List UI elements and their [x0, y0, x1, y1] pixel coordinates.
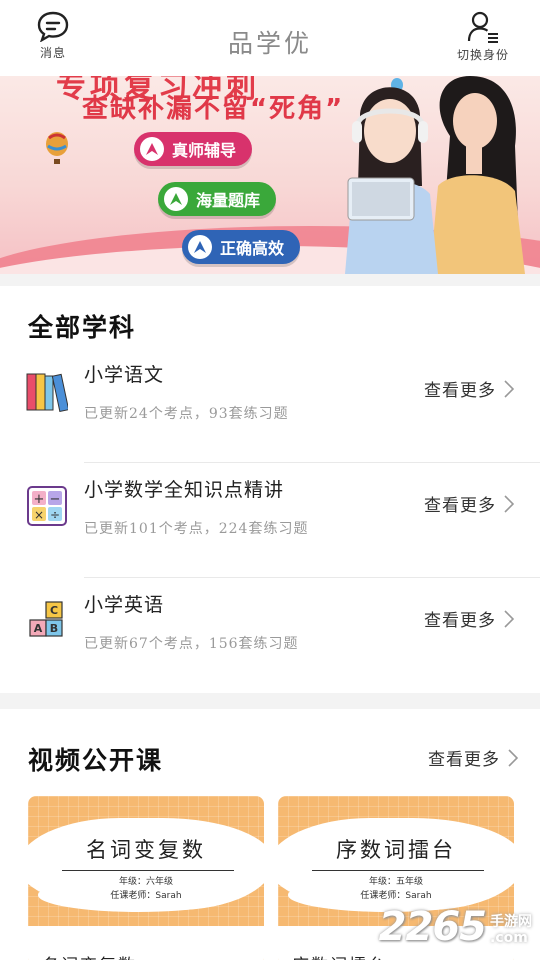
math-icon: + − × ÷	[27, 486, 67, 526]
promo-banner[interactable]: 专项复习冲刺 查缺补漏不留“死角” 真师辅导 海量题库 正确高效	[0, 76, 540, 274]
svg-text:C: C	[50, 604, 58, 617]
watermark-number: 2265	[378, 904, 487, 950]
abc-blocks-icon: C A B	[29, 601, 63, 637]
svg-text:×: ×	[34, 508, 44, 522]
view-more-link[interactable]: 查看更多	[424, 376, 514, 401]
chevron-right-icon	[508, 748, 518, 767]
view-more-label: 查看更多	[428, 750, 500, 770]
logo-icon	[140, 137, 164, 161]
watermark-line2: .com	[490, 929, 528, 946]
section-divider	[0, 693, 540, 709]
subject-meta: 已更新24个考点，93套练习题	[84, 406, 289, 422]
video-card-teacher: 任课老师：Sarah	[360, 891, 432, 901]
pill-label: 真师辅导	[172, 141, 237, 160]
video-card-caption: 序数词擂台	[292, 951, 387, 960]
subject-name: 小学语文	[84, 364, 165, 386]
videos-view-more-link[interactable]: 查看更多	[428, 745, 518, 770]
svg-text:−: −	[50, 492, 61, 507]
logo-icon	[164, 187, 188, 211]
svg-text:B: B	[50, 622, 58, 635]
view-more-link[interactable]: 查看更多	[424, 606, 514, 631]
videos-section-title: 视频公开课	[28, 746, 164, 775]
card-underline	[62, 870, 234, 871]
view-more-label: 查看更多	[424, 611, 496, 631]
subject-row-english[interactable]: C A B 小学英语 已更新67个考点，156套练习题 查看更多	[0, 578, 540, 693]
card-underline	[312, 870, 484, 871]
chevron-right-icon	[504, 494, 514, 513]
view-more-link[interactable]: 查看更多	[424, 491, 514, 516]
watermark-line1: 手游网	[490, 914, 532, 931]
watermark-text: 手游网 .com	[490, 914, 532, 946]
subject-name: 小学英语	[84, 594, 165, 616]
top-bar: 消息 品学优 切换身份	[0, 0, 540, 76]
subject-name: 小学数学全知识点精讲	[84, 479, 285, 501]
video-card-title: 名词变复数	[86, 838, 206, 862]
books-icon	[26, 373, 68, 412]
subjects-section-title: 全部学科	[28, 313, 137, 342]
feature-pill-efficiency: 正确高效	[182, 230, 301, 264]
user-switch-icon	[467, 11, 498, 43]
chevron-right-icon	[504, 609, 514, 628]
video-card-title: 序数词擂台	[336, 838, 456, 862]
view-more-label: 查看更多	[424, 496, 496, 516]
video-card-grade: 年级：六年级	[118, 877, 173, 887]
site-watermark: 2265 手游网 .com	[379, 904, 532, 950]
subject-meta: 已更新67个考点，156套练习题	[84, 636, 299, 652]
video-card[interactable]: 名词变复数 年级：六年级 任课老师：Sarah 名词变复数	[28, 796, 264, 960]
video-card-grade: 年级：五年级	[368, 877, 423, 887]
subject-row-chinese[interactable]: 小学语文 已更新24个考点，93套练习题 查看更多	[0, 348, 540, 463]
switch-identity-label: 切换身份	[456, 48, 509, 62]
hot-air-balloon-icon	[46, 132, 68, 164]
section-divider	[0, 274, 540, 286]
svg-text:÷: ÷	[50, 508, 60, 522]
svg-text:A: A	[34, 622, 43, 635]
pill-label: 海量题库	[196, 191, 261, 210]
switch-identity-button[interactable]: 切换身份	[448, 10, 518, 70]
logo-icon	[188, 235, 212, 259]
banner-headline: 查缺补漏不留“死角”	[82, 94, 345, 124]
view-more-label: 查看更多	[424, 381, 496, 401]
feature-pill-question-bank: 海量题库	[158, 182, 277, 216]
teacher-and-student-illustration	[345, 76, 525, 274]
pill-label: 正确高效	[220, 239, 285, 258]
svg-text:+: +	[34, 492, 45, 507]
video-card-caption: 名词变复数	[42, 951, 137, 960]
video-card-teacher: 任课老师：Sarah	[110, 891, 182, 901]
subject-row-math[interactable]: + − × ÷ 小学数学全知识点精讲 已更新101个考点，224套练习题 查看更…	[0, 463, 540, 578]
chevron-right-icon	[504, 379, 514, 398]
subject-meta: 已更新101个考点，224套练习题	[84, 521, 309, 537]
feature-pill-tutoring: 真师辅导	[134, 132, 253, 166]
